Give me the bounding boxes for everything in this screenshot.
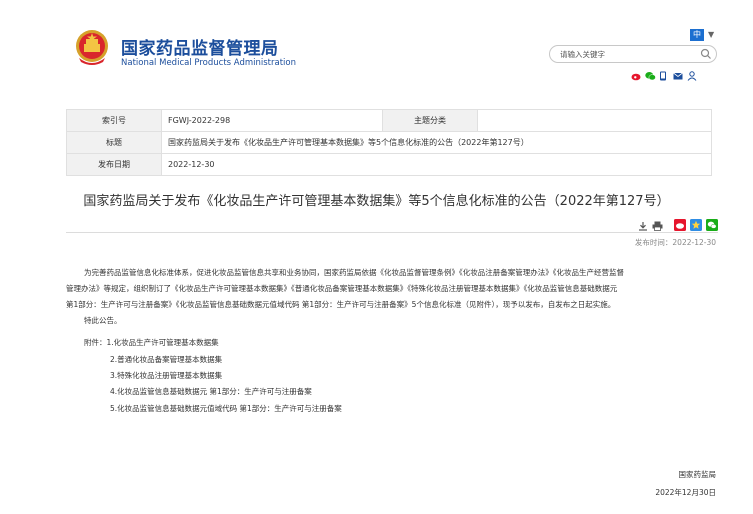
site-name-en[interactable]: National Medical Products Administration (121, 58, 296, 68)
closing-line: 特此公告。 (84, 316, 122, 325)
date-label: 发布日期 (66, 153, 162, 176)
attachment-link-2[interactable]: 2.普通化妆品备案管理基本数据集 (110, 354, 222, 365)
weibo-icon[interactable] (631, 66, 641, 81)
paragraph-line: 为完善药品监管信息化标准体系，促进化妆品监管信息共享和业务协同，国家药监局依据《… (84, 268, 624, 277)
document-info-table: 索引号 FGWJ-2022-298 主题分类 标题 国家药监局关于发布《化妆品生… (66, 109, 712, 176)
article-body: 为完善药品监管信息化标准体系，促进化妆品监管信息共享和业务协同，国家药监局依据《… (66, 265, 726, 329)
title-value: 国家药监局关于发布《化妆品生产许可管理基本数据集》等5个信息化标准的公告（202… (161, 131, 712, 154)
attachment-link-4[interactable]: 4.化妆品监管信息基础数据元 第1部分：生产许可与注册备案 (110, 386, 312, 397)
topic-value (477, 109, 712, 132)
table-row: 索引号 FGWJ-2022-298 主题分类 (66, 109, 712, 132)
language-switch[interactable]: 中 (690, 29, 704, 41)
table-row: 发布日期 2022-12-30 (66, 153, 712, 176)
index-label: 索引号 (66, 109, 162, 132)
paragraph-line: 管理办法》等规定，组织制订了《化妆品生产许可管理基本数据集》《普通化妆品备案管理… (66, 284, 618, 293)
index-value: FGWJ-2022-298 (161, 109, 383, 132)
signer: 国家药监局 (678, 470, 717, 479)
table-row: 标题 国家药监局关于发布《化妆品生产许可管理基本数据集》等5个信息化标准的公告（… (66, 131, 712, 154)
page-title: 国家药监局关于发布《化妆品生产许可管理基本数据集》等5个信息化标准的公告（202… (83, 194, 670, 209)
wechat-icon[interactable] (645, 66, 656, 81)
divider (66, 232, 718, 233)
share-icons (631, 66, 697, 81)
publish-time: 发布时间：2022-12-30 (634, 238, 716, 247)
date-value: 2022-12-30 (161, 153, 712, 176)
mail-icon[interactable] (673, 66, 683, 80)
mobile-icon[interactable] (659, 66, 669, 81)
search-icon[interactable] (700, 48, 712, 60)
site-name-cn[interactable]: 国家药品监督管理局 (121, 34, 279, 59)
national-emblem-logo (73, 28, 111, 68)
search-box[interactable] (549, 45, 717, 63)
topic-label: 主题分类 (382, 109, 478, 132)
attachment-link-1[interactable]: 附件：1.化妆品生产许可管理基本数据集 (84, 337, 219, 348)
attachment-link-5[interactable]: 5.化妆品监管信息基础数据元值域代码 第1部分：生产许可与注册备案 (110, 403, 342, 414)
sign-date: 2022年12月30日 (655, 488, 716, 497)
search-input[interactable] (560, 48, 700, 61)
chevron-down-icon[interactable]: ▼ (708, 30, 714, 39)
attachment-link-3[interactable]: 3.特殊化妆品注册管理基本数据集 (110, 370, 222, 381)
title-label: 标题 (66, 131, 162, 154)
user-icon[interactable] (687, 66, 697, 81)
paragraph-line: 第1部分：生产许可与注册备案》《化妆品监管信息基础数据元值域代码 第1部分：生产… (66, 300, 616, 309)
